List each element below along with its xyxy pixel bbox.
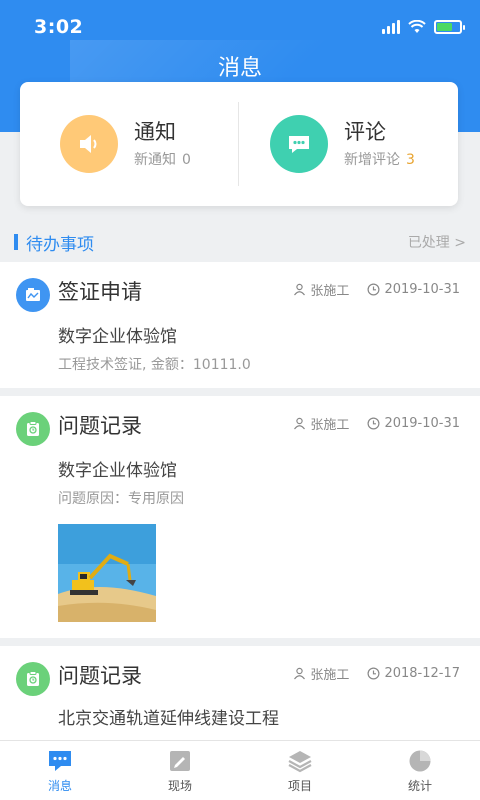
- section-accent-bar: [14, 234, 18, 250]
- task-user: 张施工: [310, 418, 350, 433]
- task-user: 张施工: [310, 284, 350, 299]
- section-title: 待办事项: [26, 235, 94, 255]
- clock-icon: [367, 417, 380, 430]
- notice-count: 0: [182, 152, 191, 168]
- task-title: 签证申请: [58, 280, 142, 304]
- issue-record-icon: [16, 412, 50, 446]
- pie-chart-icon: [409, 750, 431, 772]
- status-icons: [382, 20, 465, 34]
- task-meta: 张施工 2019-10-31: [293, 280, 460, 299]
- tab-label: 现场: [167, 779, 192, 793]
- tab-projects[interactable]: 项目: [240, 741, 360, 800]
- summary-card: 通知 新通知 0 评论 新增评论 3: [20, 82, 458, 206]
- task-card[interactable]: 问题记录 张施工 2019-10-31 数字企业体验馆 问题原因：专用原因: [0, 396, 480, 638]
- excavator-photo[interactable]: [58, 524, 156, 622]
- tab-site[interactable]: 现场: [120, 741, 240, 800]
- task-meta: 张施工 2019-10-31: [293, 414, 460, 433]
- clock-icon: [367, 667, 380, 680]
- wifi-icon: [408, 20, 426, 33]
- tab-label: 统计: [407, 779, 432, 793]
- tab-label: 消息: [47, 779, 72, 793]
- layers-icon: [288, 751, 312, 773]
- task-meta: 张施工 2018-12-17: [293, 664, 460, 683]
- task-title: 问题记录: [58, 664, 142, 688]
- notice-summary[interactable]: 通知 新通知 0: [60, 114, 191, 174]
- comment-title: 评论: [344, 120, 386, 144]
- task-user: 张施工: [310, 668, 350, 683]
- processed-link[interactable]: 已处理 >: [408, 232, 466, 252]
- tab-label: 项目: [287, 779, 312, 793]
- comment-count: 3: [406, 152, 415, 168]
- task-date: 2018-12-17: [384, 666, 460, 681]
- site-icon: [170, 751, 190, 771]
- issue-record-icon: [16, 662, 50, 696]
- task-detail: 工程技术签证, 金额：10111.0: [58, 357, 251, 373]
- speaker-icon: [60, 115, 118, 173]
- notice-title: 通知: [134, 120, 176, 144]
- cellular-signal-icon: [382, 20, 400, 34]
- comment-summary[interactable]: 评论 新增评论 3: [270, 114, 415, 174]
- task-project: 数字企业体验馆: [58, 461, 177, 481]
- page-title: 消息: [217, 56, 262, 81]
- task-project: 数字企业体验馆: [58, 327, 177, 347]
- notice-subtitle: 新通知 0: [134, 152, 191, 168]
- tab-messages[interactable]: 消息: [0, 741, 120, 800]
- message-icon: [49, 751, 71, 771]
- todo-section-header: 待办事项 已处理 >: [0, 226, 480, 256]
- task-project: 北京交通轨道延伸线建设工程: [58, 709, 279, 729]
- user-icon: [294, 667, 306, 680]
- task-date: 2019-10-31: [384, 282, 460, 297]
- bottom-tab-bar: 消息 现场 项目 统计: [0, 740, 480, 800]
- comment-subtitle: 新增评论 3: [344, 152, 415, 168]
- task-detail: 问题原因：专用原因: [58, 491, 184, 507]
- status-time: 3:02: [34, 16, 84, 38]
- user-icon: [294, 417, 306, 430]
- status-bar: 3:02: [0, 0, 480, 56]
- task-title: 问题记录: [58, 414, 142, 438]
- chat-bubble-icon: [270, 115, 328, 173]
- task-card[interactable]: 签证申请 张施工 2019-10-31 数字企业体验馆 工程技术签证, 金额：1…: [0, 262, 480, 388]
- visa-document-icon: [16, 278, 50, 312]
- task-date: 2019-10-31: [384, 416, 460, 431]
- battery-icon: [434, 20, 465, 34]
- summary-divider: [238, 102, 239, 186]
- user-icon: [294, 283, 306, 296]
- clock-icon: [367, 283, 380, 296]
- tab-statistics[interactable]: 统计: [360, 741, 480, 800]
